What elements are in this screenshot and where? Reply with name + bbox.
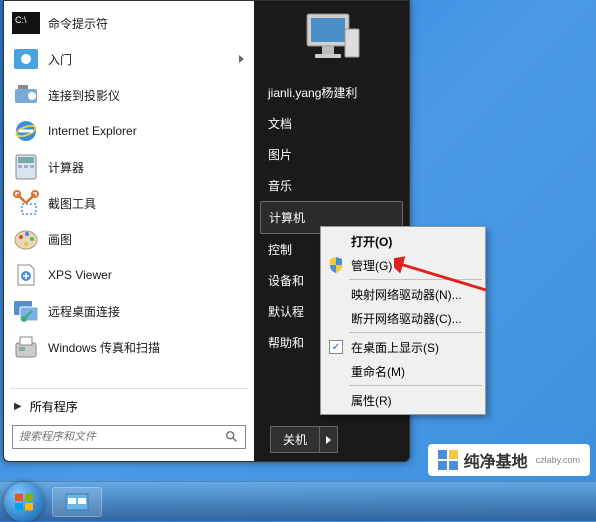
program-label: 截图工具 [48,195,96,212]
separator [10,388,248,389]
user-name-item[interactable]: jianli.yang杨建利 [260,77,403,108]
context-menu: 打开(O) 管理(G) 映射网络驱动器(N)... 断开网络驱动器(C)... ✓ 在桌面… [320,226,486,415]
program-label: Windows 传真和扫描 [48,339,160,356]
context-menu-item-3[interactable]: 映射网络驱动器(N)... [323,282,483,306]
computer-icon [297,9,367,69]
all-programs-label: 所有程序 [30,398,78,415]
taskbar [0,481,596,521]
cmd-icon: C:\ [12,9,40,37]
explorer-icon [65,493,89,511]
program-item-fax[interactable]: Windows 传真和扫描 [4,329,254,365]
program-label: Internet Explorer [48,124,137,138]
right-panel-item-1[interactable]: 图片 [260,139,403,170]
search-input[interactable] [19,431,225,443]
program-label: 连接到投影仪 [48,87,120,104]
context-menu-item-7[interactable]: 重命名(M) [323,359,483,383]
paint-icon [12,225,40,253]
program-item-xps[interactable]: XPS Viewer [4,257,254,293]
all-programs-button[interactable]: ▶ 所有程序 [4,391,254,421]
search-icon [225,430,239,444]
program-label: 计算器 [48,159,84,176]
watermark: 纯净基地 czlaby.com [428,444,590,476]
program-list: C:\ 命令提示符入门连接到投影仪 Internet Explorer 计算器截图工具… [4,5,254,386]
ie-icon [12,117,40,145]
menu-item-label: 断开网络驱动器(C)... [351,310,462,327]
menu-separator [349,385,482,386]
context-menu-item-6[interactable]: ✓ 在桌面上显示(S) [323,335,483,359]
getstarted-icon [12,45,40,73]
program-label: 命令提示符 [48,15,108,32]
search-input-container[interactable] [12,425,246,449]
menu-item-label: 打开(O) [351,233,392,250]
shutdown-options-button[interactable] [320,426,338,453]
taskbar-explorer-button[interactable] [52,487,102,517]
program-label: 画图 [48,231,72,248]
program-label: XPS Viewer [48,268,112,282]
projector-icon [12,81,40,109]
program-label: 入门 [48,51,72,68]
context-menu-item-9[interactable]: 属性(R) [323,388,483,412]
menu-item-label: 在桌面上显示(S) [351,339,439,356]
watermark-logo-icon [438,450,458,470]
menu-item-label: 映射网络驱动器(N)... [351,286,462,303]
svg-text:C:\: C:\ [15,15,27,25]
watermark-brand: 纯净基地 [464,448,528,472]
program-item-snip[interactable]: 截图工具 [4,185,254,221]
program-item-getstarted[interactable]: 入门 [4,41,254,77]
program-item-calc[interactable]: 计算器 [4,149,254,185]
checkbox-icon: ✓ [327,338,345,356]
right-panel-item-2[interactable]: 音乐 [260,170,403,201]
calc-icon [12,153,40,181]
program-item-paint[interactable]: 画图 [4,221,254,257]
shutdown-button[interactable]: 关机 [270,426,320,453]
program-item-ie[interactable]: Internet Explorer [4,113,254,149]
menu-separator [349,332,482,333]
program-item-cmd[interactable]: C:\ 命令提示符 [4,5,254,41]
menu-separator [349,279,482,280]
arrow-right-icon: ▶ [14,401,22,412]
right-panel-item-0[interactable]: 文档 [260,108,403,139]
menu-item-label: 属性(R) [351,392,392,409]
shutdown-area: 关机 [270,426,338,453]
menu-item-label: 重命名(M) [351,363,405,380]
start-left-column: C:\ 命令提示符入门连接到投影仪 Internet Explorer 计算器截图工具… [4,1,254,461]
start-button[interactable] [4,482,44,522]
windows-logo-icon [13,491,35,513]
program-label: 远程桌面连接 [48,303,120,320]
rdp-icon [12,297,40,325]
program-item-rdp[interactable]: 远程桌面连接 [4,293,254,329]
program-item-projector[interactable]: 连接到投影仪 [4,77,254,113]
context-menu-item-0[interactable]: 打开(O) [323,229,483,253]
watermark-url: czlaby.com [536,455,580,465]
fax-icon [12,333,40,361]
context-menu-item-1[interactable]: 管理(G) [323,253,483,277]
xps-icon [12,261,40,289]
snip-icon [12,189,40,217]
shield-icon [327,256,345,274]
menu-item-label: 管理(G) [351,257,392,274]
context-menu-item-4[interactable]: 断开网络驱动器(C)... [323,306,483,330]
